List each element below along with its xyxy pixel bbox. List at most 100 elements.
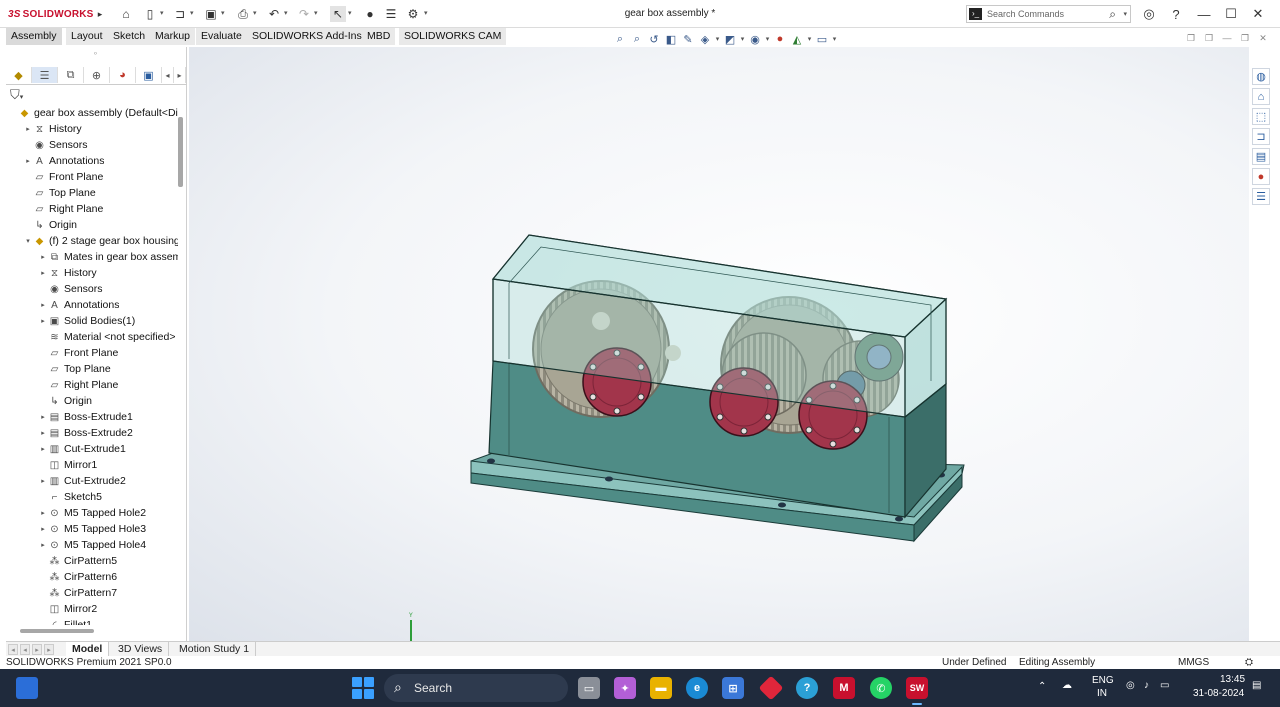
dynamic-annotation-icon[interactable]: ✎	[680, 31, 696, 47]
tree-node[interactable]: ◜ Fillet1	[38, 617, 92, 625]
taskbar-search[interactable]: ⌕ Search	[384, 674, 568, 702]
display-style-caret-icon[interactable]: ▾	[739, 31, 746, 47]
tree-node[interactable]: ▸ ▣ Solid Bodies(1)	[38, 313, 135, 329]
undo-caret-icon[interactable]: ▾	[284, 9, 290, 19]
tree-filter[interactable]: ⛉▾	[10, 87, 23, 103]
tree-node[interactable]: ▱ Right Plane	[38, 377, 119, 393]
display-manager-tab-icon[interactable]: ◕	[110, 67, 136, 83]
save-caret-icon[interactable]: ▾	[221, 9, 227, 19]
tree-node[interactable]: ▾ ◆ (f) 2 stage gear box housing<1	[23, 233, 178, 249]
tree-node[interactable]: ▸ ▤ Boss-Extrude2	[38, 425, 133, 441]
tree-node[interactable]: ▸ ⧖ History	[23, 121, 81, 137]
tree-node[interactable]: ▸ ▤ Boss-Extrude1	[38, 409, 133, 425]
hide-show-items-icon[interactable]: ◉	[747, 31, 763, 47]
help-app-icon[interactable]: ?	[796, 677, 818, 699]
tree-node[interactable]: ▱ Right Plane	[23, 201, 104, 217]
tree-node[interactable]: ▱ Top Plane	[23, 185, 96, 201]
new-caret-icon[interactable]: ▾	[160, 9, 166, 19]
next-tab-icon[interactable]: ▸	[32, 644, 42, 655]
appearances-icon[interactable]: ●	[1252, 168, 1270, 185]
edge-icon[interactable]: e	[686, 677, 708, 699]
solidworks-resources-icon[interactable]: ◍	[1252, 68, 1270, 85]
open-caret-icon[interactable]: ▾	[190, 9, 196, 19]
dimxpert-manager-tab-icon[interactable]: ⊕	[84, 67, 110, 83]
prev-tab-icon[interactable]: ◂	[20, 644, 30, 655]
tree-node[interactable]: ▸ A Annotations	[23, 153, 104, 169]
view-settings-icon[interactable]: ▭	[814, 31, 830, 47]
expand-arrow-icon[interactable]: ▸	[38, 269, 48, 277]
view-settings-caret-icon[interactable]: ▾	[831, 31, 838, 47]
property-manager-tab-icon[interactable]: ☰	[32, 67, 58, 83]
tree-node[interactable]: ◉ Sensors	[38, 281, 102, 297]
tree-node[interactable]: ◉ Sensors	[23, 137, 87, 153]
search-icon[interactable]: ⌕	[1109, 7, 1116, 22]
copilot-icon[interactable]: ✦	[614, 677, 636, 699]
save-icon[interactable]: ▣	[203, 6, 219, 22]
expand-arrow-icon[interactable]: ▸	[38, 525, 48, 533]
expand-arrow-icon[interactable]: ▸	[38, 541, 48, 549]
doc-restore-icon[interactable]: ❐	[1186, 33, 1196, 43]
print-icon[interactable]: ⎙	[235, 6, 251, 22]
redo-icon[interactable]: ↷	[296, 6, 312, 22]
file-properties-icon[interactable]: ☰	[383, 6, 399, 22]
clock-date[interactable]: 31-08-2024	[1193, 688, 1244, 699]
tree-node[interactable]: ▱ Front Plane	[38, 345, 119, 361]
tree-node[interactable]: ▸ ⊙ M5 Tapped Hole3	[38, 521, 146, 537]
doc-minimize-icon[interactable]: —	[1222, 33, 1232, 43]
tab-motion-study-1[interactable]: Motion Study 1	[173, 642, 257, 657]
tray-overflow-icon[interactable]: ⌃	[1038, 681, 1046, 692]
section-view-icon[interactable]: ◧	[663, 31, 679, 47]
tab-3d-views[interactable]: 3D Views	[112, 642, 170, 657]
volume-icon[interactable]: ♪	[1144, 680, 1149, 691]
tree-node[interactable]: ⁂ CirPattern7	[38, 585, 118, 601]
redo-caret-icon[interactable]: ▾	[314, 9, 320, 19]
collapse-arrow-icon[interactable]: ▾	[23, 237, 33, 245]
tree-node[interactable]: ⁂ CirPattern6	[38, 569, 118, 585]
maximize-icon[interactable]: ☐	[1223, 6, 1239, 22]
minimize-icon[interactable]: —	[1196, 6, 1212, 22]
edit-appearance-icon[interactable]: ●	[772, 31, 788, 47]
tab-markup[interactable]: Markup	[150, 28, 197, 45]
expand-arrow-icon[interactable]: ▸	[38, 509, 48, 517]
traffic-light-icon[interactable]: ●	[362, 6, 378, 22]
tree-node[interactable]: ▱ Top Plane	[38, 361, 111, 377]
tree-node[interactable]: ▸ ⧉ Mates in gear box assembl	[38, 249, 178, 265]
doc-close-icon[interactable]: ✕	[1258, 33, 1268, 43]
tree-node[interactable]: ◫ Mirror1	[38, 457, 97, 473]
zoom-to-area-icon[interactable]: ⌕	[629, 31, 645, 47]
expand-arrow-icon[interactable]: ▸	[23, 157, 33, 165]
options-caret-icon[interactable]: ▾	[424, 9, 430, 19]
view-orientation-icon[interactable]: ◈	[697, 31, 713, 47]
apply-scene-caret-icon[interactable]: ▾	[806, 31, 813, 47]
solidworks-taskbar-icon[interactable]: SW	[906, 677, 928, 699]
expand-arrow-icon[interactable]: ▸	[38, 317, 48, 325]
expand-arrow-icon[interactable]: ▸	[38, 445, 48, 453]
tree-node[interactable]: ◫ Mirror2	[38, 601, 97, 617]
gearbox-model[interactable]	[189, 47, 1249, 641]
anydesk-icon[interactable]	[758, 675, 784, 701]
graphics-viewport[interactable]: Y X	[189, 47, 1249, 641]
doc-tile-icon[interactable]: ❒	[1204, 33, 1214, 43]
rebuild-icon[interactable]: ⛭	[1245, 657, 1253, 668]
tree-node[interactable]: ↳ Origin	[23, 217, 77, 233]
clock-time[interactable]: 13:45	[1220, 674, 1245, 685]
view-palette-icon[interactable]: ▤	[1252, 148, 1270, 165]
doc-maximize-icon[interactable]: ❐	[1240, 33, 1250, 43]
new-document-icon[interactable]: ▯	[142, 6, 158, 22]
tab-solidworks-cam[interactable]: SOLIDWORKS CAM	[399, 28, 508, 45]
file-explorer-taskbar-icon[interactable]: ▬	[650, 677, 672, 699]
undo-icon[interactable]: ↶	[266, 6, 282, 22]
tab-scroll-right-icon[interactable]: ▸	[174, 67, 186, 83]
file-explorer-icon[interactable]: ⊐	[1252, 128, 1270, 145]
region-indicator[interactable]: IN	[1097, 688, 1107, 699]
tab-assembly[interactable]: Assembly	[6, 28, 63, 45]
apply-scene-icon[interactable]: ◭	[789, 31, 805, 47]
tree-node[interactable]: ▸ ▥ Cut-Extrude2	[38, 473, 126, 489]
expand-arrow-icon[interactable]: ▸	[38, 413, 48, 421]
tree-node[interactable]: ▸ A Annotations	[38, 297, 119, 313]
tab-evaluate[interactable]: Evaluate	[196, 28, 248, 45]
expand-arrow-icon[interactable]: ▸	[38, 429, 48, 437]
expand-arrow-icon[interactable]: ▸	[38, 301, 48, 309]
feature-manager-tab-icon[interactable]: ◆	[6, 67, 32, 83]
hide-show-caret-icon[interactable]: ▾	[764, 31, 771, 47]
